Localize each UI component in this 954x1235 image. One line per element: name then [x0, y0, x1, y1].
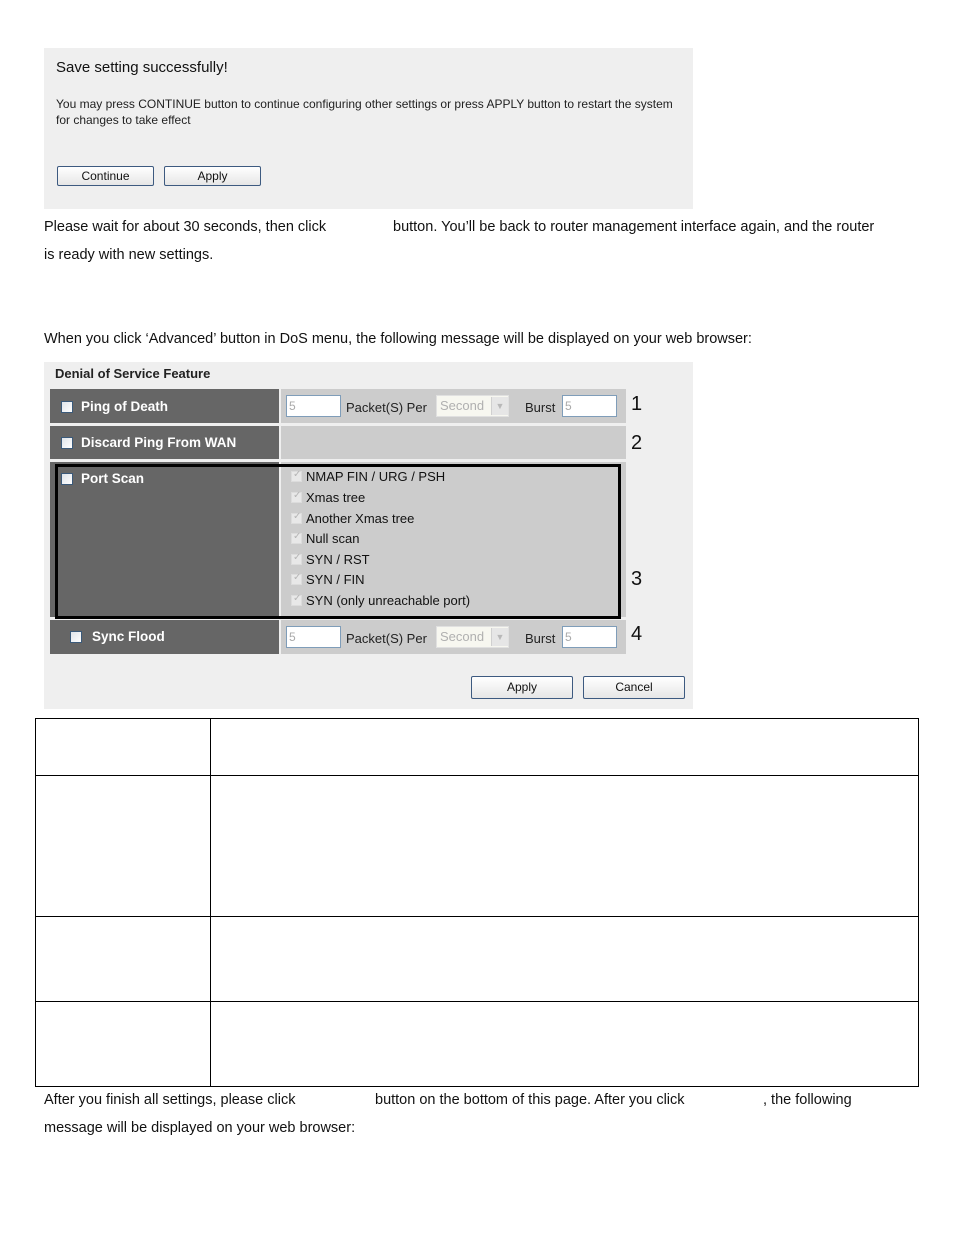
- discard-ping-label-cell: Discard Ping From WAN: [50, 426, 279, 459]
- checkbox-checked-icon[interactable]: [291, 469, 302, 482]
- scan-option[interactable]: SYN (only unreachable port): [291, 593, 470, 608]
- table-cell-description: [210, 916, 919, 1002]
- apply-button[interactable]: Apply: [471, 676, 573, 699]
- ping-of-death-per-select[interactable]: Second ▼: [436, 395, 509, 417]
- port-scan-checkbox[interactable]: [61, 473, 73, 485]
- finish-text-part1: After you finish all settings, please cl…: [44, 1092, 296, 1108]
- scan-option[interactable]: SYN / FIN: [291, 572, 365, 587]
- packets-per-label: Packet(S) Per: [346, 400, 427, 415]
- table-row: [35, 775, 919, 917]
- sync-flood-burst-input[interactable]: 5: [562, 626, 617, 648]
- port-scan-options-cell: NMAP FIN / URG / PSH Xmas tree Another X…: [281, 462, 626, 617]
- checkbox-checked-icon[interactable]: [291, 531, 302, 544]
- scan-option[interactable]: SYN / RST: [291, 552, 370, 567]
- sync-flood-packets-input[interactable]: 5: [286, 626, 341, 648]
- save-title: Save setting successfully!: [56, 59, 228, 76]
- table-cell-item: [35, 1001, 211, 1087]
- scan-option[interactable]: NMAP FIN / URG / PSH: [291, 469, 445, 484]
- explanation-table: [35, 718, 919, 1087]
- ping-of-death-value-cell: 5 Packet(S) Per Second ▼ Burst 5: [281, 389, 626, 423]
- table-cell-item: [35, 916, 211, 1002]
- per-select-value: Second: [440, 629, 485, 644]
- packets-per-label: Packet(S) Per: [346, 631, 427, 646]
- wait-text-part3: is ready with new settings.: [44, 247, 214, 263]
- cancel-button[interactable]: Cancel: [583, 676, 685, 699]
- checkbox-checked-icon[interactable]: [291, 490, 302, 503]
- row-number-4: 4: [631, 623, 643, 645]
- per-select-value: Second: [440, 398, 485, 413]
- discard-ping-checkbox[interactable]: [61, 437, 73, 449]
- sync-flood-per-select[interactable]: Second ▼: [436, 626, 509, 648]
- port-scan-label: Port Scan: [81, 471, 145, 486]
- advanced-intro-text: When you click ‘Advanced’ button in DoS …: [44, 331, 752, 347]
- scan-option[interactable]: Xmas tree: [291, 490, 365, 505]
- wait-text-part2: button. You’ll be back to router managem…: [393, 219, 875, 235]
- table-cell-item: [35, 718, 211, 776]
- apply-restart-button[interactable]: Apply: [164, 166, 261, 186]
- save-message: You may press CONTINUE button to continu…: [56, 97, 673, 127]
- ping-of-death-label-cell: Ping of Death: [50, 389, 279, 423]
- checkbox-checked-icon[interactable]: [291, 552, 302, 565]
- finish-text-part2: button on the bottom of this page. After…: [375, 1092, 685, 1108]
- table-cell-description: [210, 775, 919, 917]
- table-row: [35, 718, 919, 776]
- save-settings-panel: Save setting successfully! You may press…: [44, 48, 693, 209]
- checkbox-checked-icon[interactable]: [291, 511, 302, 524]
- dos-title: Denial of Service Feature: [55, 366, 211, 381]
- port-scan-label-cell: Port Scan: [50, 462, 279, 617]
- checkbox-checked-icon[interactable]: [291, 572, 302, 585]
- row-number-3: 3: [631, 568, 643, 590]
- dos-feature-panel: Denial of Service Feature Ping of Death …: [44, 362, 693, 709]
- sync-flood-label: Sync Flood: [92, 629, 165, 644]
- discard-ping-value-cell: [281, 426, 626, 459]
- chevron-down-icon: ▼: [491, 397, 508, 415]
- scan-option[interactable]: Another Xmas tree: [291, 511, 414, 526]
- sync-flood-checkbox[interactable]: [70, 631, 82, 643]
- discard-ping-label: Discard Ping From WAN: [81, 435, 237, 450]
- table-row: [35, 1001, 919, 1087]
- scan-option[interactable]: Null scan: [291, 531, 359, 546]
- ping-of-death-burst-input[interactable]: 5: [562, 395, 617, 417]
- table-cell-description: [210, 718, 919, 776]
- ping-of-death-checkbox[interactable]: [61, 401, 73, 413]
- chevron-down-icon: ▼: [491, 628, 508, 646]
- ping-of-death-label: Ping of Death: [81, 399, 168, 414]
- finish-text-part3: , the following: [763, 1092, 852, 1108]
- burst-label: Burst: [525, 400, 556, 415]
- table-row: [35, 916, 919, 1002]
- sync-flood-value-cell: 5 Packet(S) Per Second ▼ Burst 5: [281, 620, 626, 654]
- table-cell-item: [35, 775, 211, 917]
- row-number-1: 1: [631, 393, 643, 415]
- wait-text-part1: Please wait for about 30 seconds, then c…: [44, 219, 327, 235]
- finish-text-part4: message will be displayed on your web br…: [44, 1120, 356, 1136]
- ping-of-death-packets-input[interactable]: 5: [286, 395, 341, 417]
- burst-label: Burst: [525, 631, 556, 646]
- row-number-2: 2: [631, 432, 643, 454]
- sync-flood-label-cell: Sync Flood: [50, 620, 279, 654]
- continue-button[interactable]: Continue: [57, 166, 154, 186]
- table-cell-description: [210, 1001, 919, 1087]
- checkbox-checked-icon[interactable]: [291, 593, 302, 606]
